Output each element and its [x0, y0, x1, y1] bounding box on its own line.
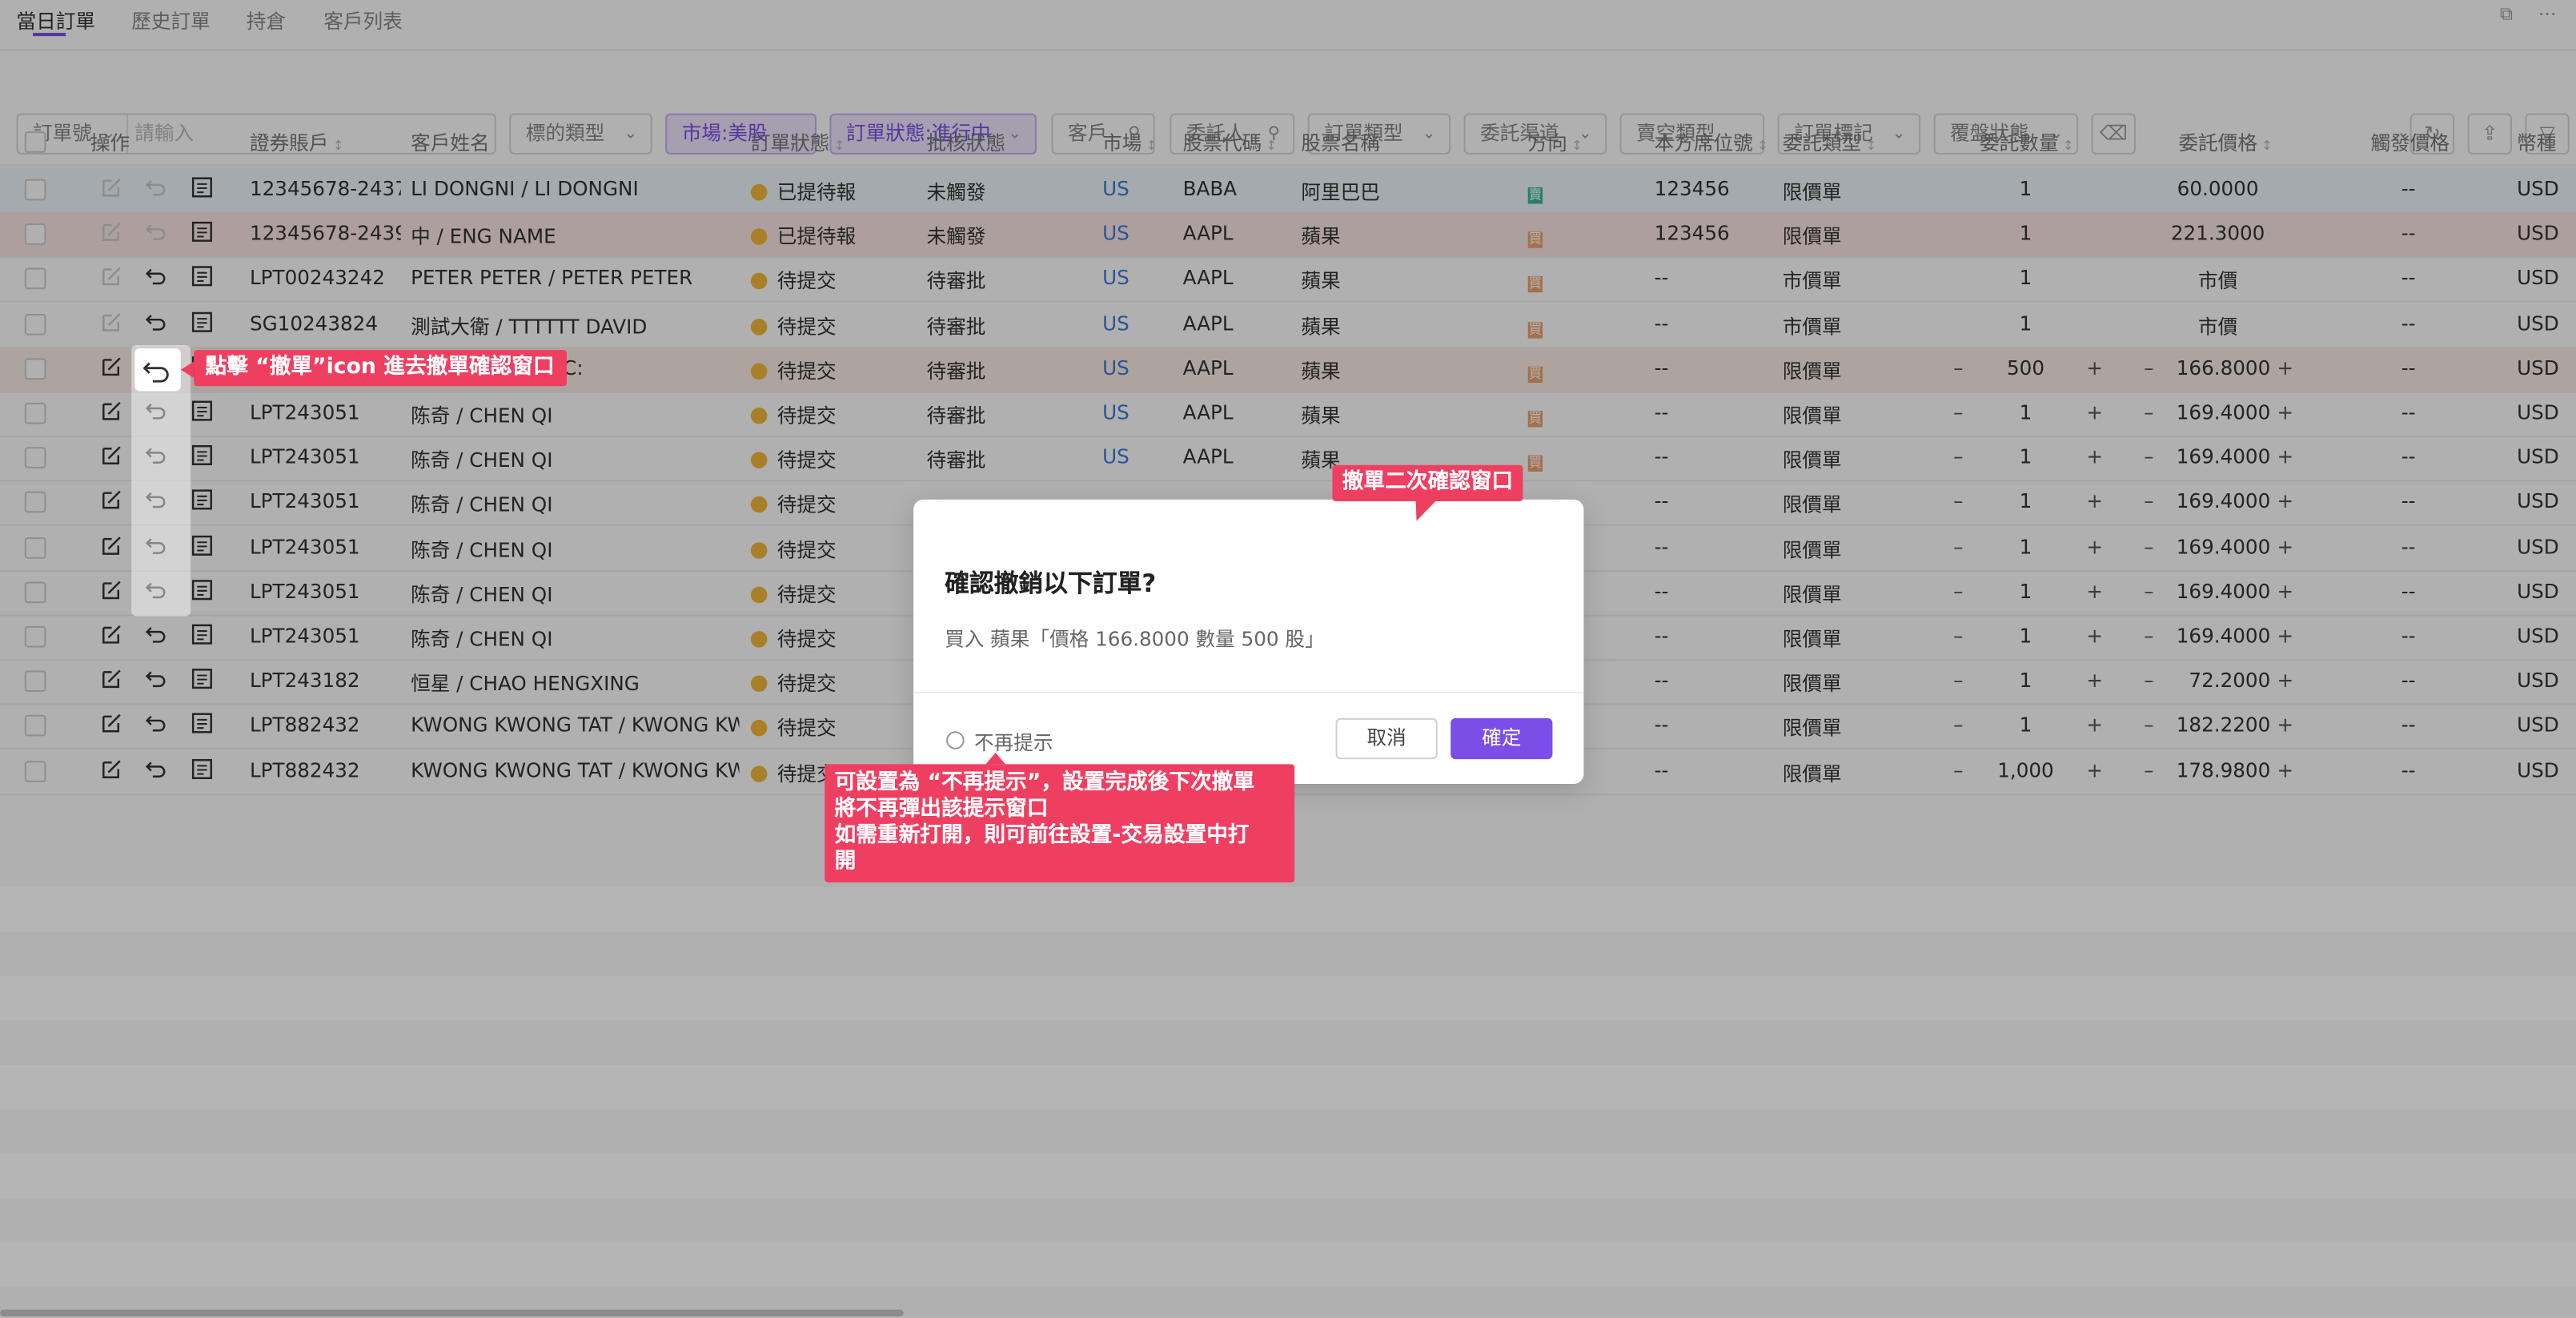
annotation-line: 可設置為 “不再提示”，設置完成後下次撤單 — [834, 770, 1255, 796]
horizontal-scrollbar[interactable] — [0, 1309, 904, 1316]
empty-row — [0, 887, 2576, 932]
dialog-title: 確認撤銷以下訂單? — [945, 569, 1157, 599]
undo-icon — [142, 362, 169, 383]
confirm-button[interactable]: 確定 — [1451, 717, 1553, 760]
annotation-confirm-dialog: 撤單二次確認窗口 — [1332, 464, 1523, 501]
annotation-dont-show-again: 可設置為 “不再提示”，設置完成後下次撤單 將不再彈出該提示窗口 如需重新打開，… — [825, 752, 1295, 883]
dont-show-again-label[interactable]: 不再提示 — [974, 728, 1053, 756]
revoke-confirm-dialog: 確認撤銷以下訂單? 買入 蘋果「價格 166.8000 數量 500 股」 不再… — [913, 499, 1584, 784]
revoke-order-button-highlight[interactable] — [134, 348, 181, 392]
annotation-line: 如需重新打開，則可前往設置-交易設置中打 — [834, 823, 1250, 848]
dialog-body: 買入 蘋果「價格 166.8000 數量 500 股」 — [945, 627, 1325, 651]
order-management-app: 當日訂單 歷史訂單 持倉 客戶列表 ⧉ ⋯ 訂單號 ⌄ 請輸入 標的類型 ⌄ 市場… — [0, 0, 2576, 1318]
empty-row — [0, 1064, 2576, 1110]
annotation-revoke-icon: 點擊 “撤單”icon 進去撤單確認窗口 — [180, 350, 567, 387]
empty-row — [0, 1242, 2576, 1287]
empty-row — [0, 1153, 2576, 1199]
annotation-line: 開 — [834, 850, 857, 874]
annotation-line: 將不再彈出該提示窗口 — [834, 797, 1049, 822]
dont-show-again-radio[interactable] — [946, 731, 965, 749]
cancel-button[interactable]: 取消 — [1335, 717, 1438, 760]
empty-row — [0, 976, 2576, 1021]
dialog-divider — [913, 692, 1584, 694]
